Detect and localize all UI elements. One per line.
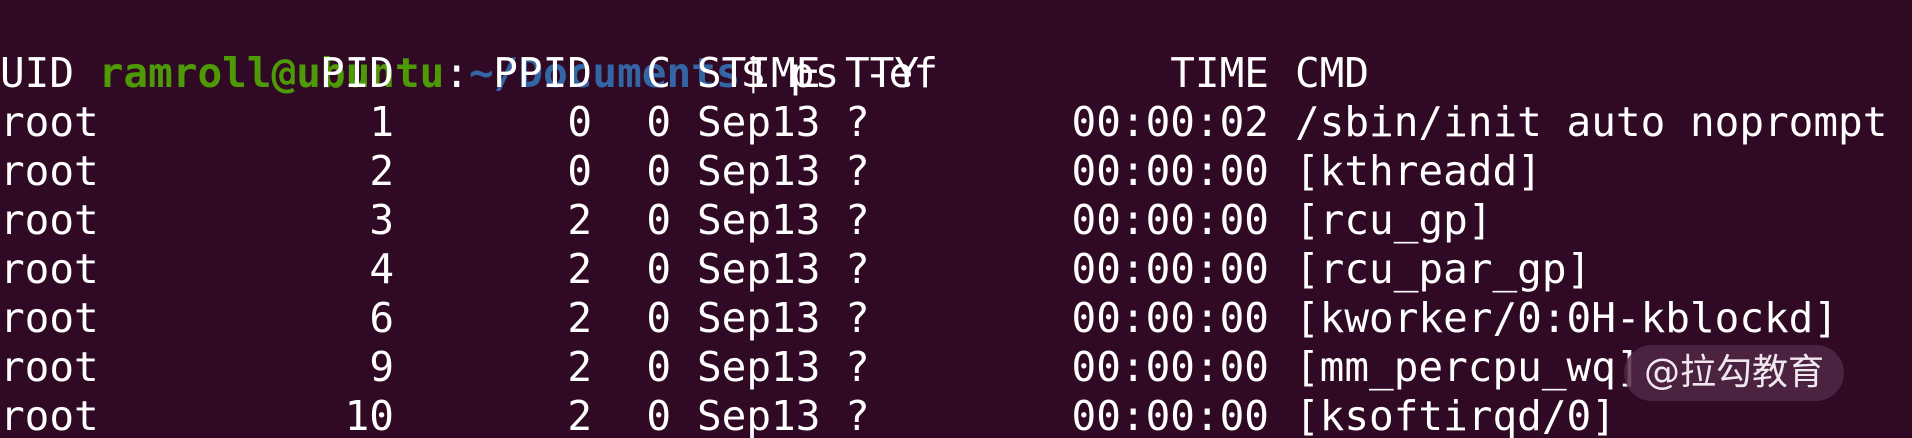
table-row: root 10 2 0 Sep13 ? 00:00:00 [ksoftirqd/…: [0, 392, 1912, 438]
cell-time: 00:00:00: [1071, 294, 1269, 342]
cell-cmd: [rcu_gp]: [1295, 196, 1493, 244]
cell-pid: 1: [369, 98, 394, 146]
table-row: root 2 0 0 Sep13 ? 00:00:00 [kthreadd]: [0, 147, 1912, 196]
header-cmd: CMD: [1295, 49, 1370, 97]
cell-tty: ?: [845, 245, 870, 293]
cell-time: 00:00:00: [1071, 245, 1269, 293]
table-row: root 4 2 0 Sep13 ? 00:00:00 [rcu_par_gp]: [0, 245, 1912, 294]
cell-stime: Sep13: [697, 294, 821, 342]
cell-time: 00:00:00: [1071, 392, 1269, 438]
cell-stime: Sep13: [697, 343, 821, 391]
cell-pid: 6: [369, 294, 394, 342]
cell-cmd: [ksoftirqd/0]: [1295, 392, 1616, 438]
cell-stime: Sep13: [697, 392, 821, 438]
cell-uid: root: [0, 147, 99, 195]
cell-time: 00:00:00: [1071, 343, 1269, 391]
cell-stime: Sep13: [697, 245, 821, 293]
cell-uid: root: [0, 245, 99, 293]
cell-pid: 2: [369, 147, 394, 195]
cell-tty: ?: [845, 392, 870, 438]
table-row: root 1 0 0 Sep13 ? 00:00:02 /sbin/init a…: [0, 98, 1912, 147]
watermark-badge: @拉勾教育: [1624, 345, 1845, 401]
cell-ppid: 2: [567, 392, 592, 438]
cell-ppid: 0: [567, 147, 592, 195]
cell-pid: 10: [344, 392, 394, 438]
prompt-line: ramroll@ubuntu:~/Documents$ ps -ef: [0, 0, 938, 97]
cell-cmd: [mm_percpu_wq]: [1295, 343, 1641, 391]
cell-c: 0: [646, 392, 671, 438]
cell-c: 0: [646, 98, 671, 146]
cell-time: 00:00:00: [1071, 196, 1269, 244]
cell-stime: Sep13: [697, 98, 821, 146]
cell-ppid: 2: [567, 245, 592, 293]
header-uid: UID: [0, 49, 75, 97]
cell-pid: 3: [369, 196, 394, 244]
header-pid: PID: [319, 49, 394, 97]
cell-tty: ?: [845, 343, 870, 391]
cell-stime: Sep13: [697, 196, 821, 244]
cell-cmd: [rcu_par_gp]: [1295, 245, 1592, 293]
cell-uid: root: [0, 98, 99, 146]
cell-cmd: /sbin/init auto noprompt: [1295, 98, 1888, 146]
cell-c: 0: [646, 343, 671, 391]
cell-ppid: 2: [567, 196, 592, 244]
table-row: root 6 2 0 Sep13 ? 00:00:00 [kworker/0:0…: [0, 294, 1912, 343]
cell-c: 0: [646, 245, 671, 293]
header-tty: TTY: [845, 49, 920, 97]
cell-c: 0: [646, 294, 671, 342]
cell-time: 00:00:02: [1071, 98, 1269, 146]
header-time: TIME: [1170, 49, 1269, 97]
table-header-row: UID PID PPID C STIME TTY TIME CMD: [0, 49, 1912, 98]
cell-tty: ?: [845, 147, 870, 195]
terminal-window[interactable]: ramroll@ubuntu:~/Documents$ ps -ef UID P…: [0, 0, 1912, 438]
cell-uid: root: [0, 343, 99, 391]
cell-c: 0: [646, 196, 671, 244]
cell-uid: root: [0, 392, 99, 438]
cell-time: 00:00:00: [1071, 147, 1269, 195]
cell-ppid: 0: [567, 98, 592, 146]
header-ppid: PPID: [493, 49, 592, 97]
cell-tty: ?: [845, 98, 870, 146]
cell-tty: ?: [845, 196, 870, 244]
header-stime: STIME: [697, 49, 821, 97]
cell-ppid: 2: [567, 294, 592, 342]
cell-cmd: [kthreadd]: [1295, 147, 1542, 195]
cell-uid: root: [0, 196, 99, 244]
header-c: C: [646, 49, 671, 97]
cell-ppid: 2: [567, 343, 592, 391]
cell-uid: root: [0, 294, 99, 342]
cell-pid: 9: [369, 343, 394, 391]
cell-tty: ?: [845, 294, 870, 342]
table-row: root 3 2 0 Sep13 ? 00:00:00 [rcu_gp]: [0, 196, 1912, 245]
cell-pid: 4: [369, 245, 394, 293]
cell-stime: Sep13: [697, 147, 821, 195]
cell-cmd: [kworker/0:0H-kblockd]: [1295, 294, 1839, 342]
cell-c: 0: [646, 147, 671, 195]
